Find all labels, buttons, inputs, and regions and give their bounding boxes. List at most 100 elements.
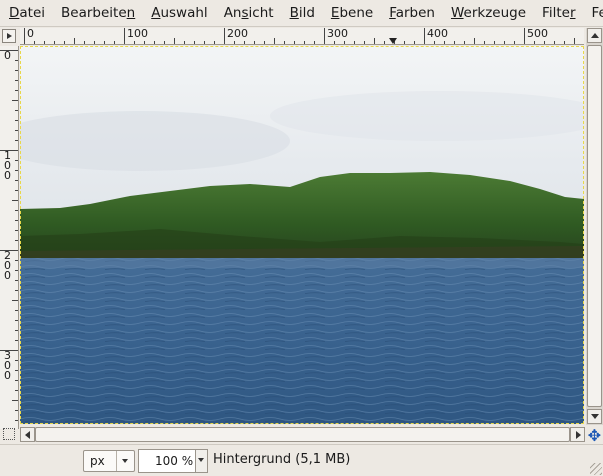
menu-item[interactable]: Ebene (322, 0, 380, 26)
scroll-up-icon[interactable] (587, 28, 602, 43)
ruler-tick (134, 41, 135, 44)
navigate-icon[interactable]: ✥ (586, 427, 603, 444)
ruler-tick (274, 38, 275, 44)
ruler-tick (244, 41, 245, 44)
menubar: Datei Bearbeiten Auswahl Ansicht Bild Ebene Fa… (0, 0, 603, 27)
ruler-tick (484, 41, 485, 44)
ruler-tick (494, 41, 495, 44)
ruler-tick (12, 100, 18, 101)
menu-item[interactable]: Auswahl (142, 0, 214, 26)
ruler-tick (15, 370, 18, 371)
ruler-tick (264, 41, 265, 44)
horizontal-ruler[interactable]: 0 100 200 300 400 500 (20, 28, 584, 45)
ruler-tick (454, 41, 455, 44)
ruler-tick (15, 230, 18, 231)
ruler-tick (15, 310, 18, 311)
ruler-tick (194, 41, 195, 44)
menu-item[interactable]: Farben (380, 0, 442, 26)
menu-item[interactable]: Bearbeiten (52, 0, 142, 26)
ruler-tick (294, 41, 295, 44)
resize-grip-icon[interactable] (590, 463, 602, 475)
scroll-right-icon[interactable] (570, 427, 585, 442)
ruler-tick (184, 41, 185, 44)
ruler-tick (15, 320, 18, 321)
chevron-down-icon[interactable] (195, 450, 207, 472)
zoom-dropdown[interactable]: 100 % (138, 449, 208, 473)
menu-item[interactable]: Filter (533, 0, 582, 26)
ruler-tick (15, 280, 18, 281)
vertical-scroll-thumb[interactable] (587, 45, 602, 407)
ruler-tick (344, 41, 345, 44)
ruler-tick (504, 41, 505, 44)
scroll-down-icon[interactable] (587, 409, 602, 424)
ruler-tick (434, 41, 435, 44)
ruler-tick (15, 360, 18, 361)
ruler-tick (15, 220, 18, 221)
ruler-tick (15, 130, 18, 131)
ruler-tick (94, 41, 95, 44)
image-menu-button[interactable] (2, 29, 16, 43)
menu-item[interactable]: Datei (0, 0, 52, 26)
ruler-tick (214, 41, 215, 44)
unit-dropdown[interactable]: px (83, 450, 135, 472)
chevron-down-icon[interactable] (116, 451, 134, 471)
ruler-tick (354, 41, 355, 44)
ruler-tick (15, 170, 18, 171)
canvas-photo (20, 46, 584, 424)
ruler-tick (314, 41, 315, 44)
ruler-tick (104, 41, 105, 44)
ruler-tick (15, 190, 18, 191)
ruler-tick (15, 290, 18, 291)
ruler-tick (12, 200, 18, 201)
ruler-tick (174, 38, 175, 44)
ruler-tick (384, 41, 385, 44)
unit-value: px (90, 454, 105, 468)
image-canvas[interactable] (20, 46, 584, 424)
ruler-tick (464, 41, 465, 44)
ruler-tick (84, 41, 85, 44)
ruler-tick (15, 120, 18, 121)
menu-item[interactable]: Werkzeuge (442, 0, 533, 26)
ruler-tick (15, 260, 18, 261)
ruler-tick (334, 41, 335, 44)
ruler-tick (364, 41, 365, 44)
quick-mask-icon[interactable] (3, 428, 15, 440)
ruler-tick (564, 41, 565, 44)
ruler-tick (544, 41, 545, 44)
vertical-ruler[interactable]: 0100200300 (0, 46, 19, 429)
ruler-tick (234, 41, 235, 44)
ruler-tick (154, 41, 155, 44)
ruler-tick (204, 41, 205, 44)
ruler-tick (24, 28, 25, 44)
statusbar: px 100 % Hintergrund (5,1 MB) (0, 444, 603, 476)
ruler-label: 500 (527, 28, 548, 40)
ruler-tick (15, 330, 18, 331)
ruler-label: 200 (227, 28, 248, 40)
ruler-tick (534, 41, 535, 44)
horizontal-scrollbar[interactable] (20, 427, 585, 442)
ruler-tick (474, 38, 475, 44)
ruler-tick (15, 60, 18, 61)
ruler-tick (64, 41, 65, 44)
ruler-tick (15, 240, 18, 241)
ruler-tick (15, 110, 18, 111)
layer-status-text: Hintergrund (5,1 MB) (213, 452, 351, 467)
menu-item[interactable]: Ansicht (215, 0, 281, 26)
scroll-left-icon[interactable] (20, 427, 35, 442)
ruler-tick (554, 41, 555, 44)
ruler-tick (414, 41, 415, 44)
ruler-tick (15, 380, 18, 381)
vertical-scrollbar[interactable] (586, 28, 603, 425)
ruler-tick (144, 41, 145, 44)
ruler-tick (15, 180, 18, 181)
ruler-label: 100 (127, 28, 148, 40)
ruler-tick (514, 41, 515, 44)
menu-item[interactable]: Bild (281, 0, 322, 26)
ruler-tick (15, 420, 18, 421)
zoom-value[interactable]: 100 % (155, 454, 193, 468)
menu-item[interactable]: Fenste (583, 0, 603, 26)
horizontal-scroll-thumb[interactable] (35, 427, 570, 442)
ruler-tick (74, 38, 75, 44)
ruler-tick (524, 28, 525, 44)
ruler-tick (424, 28, 425, 44)
